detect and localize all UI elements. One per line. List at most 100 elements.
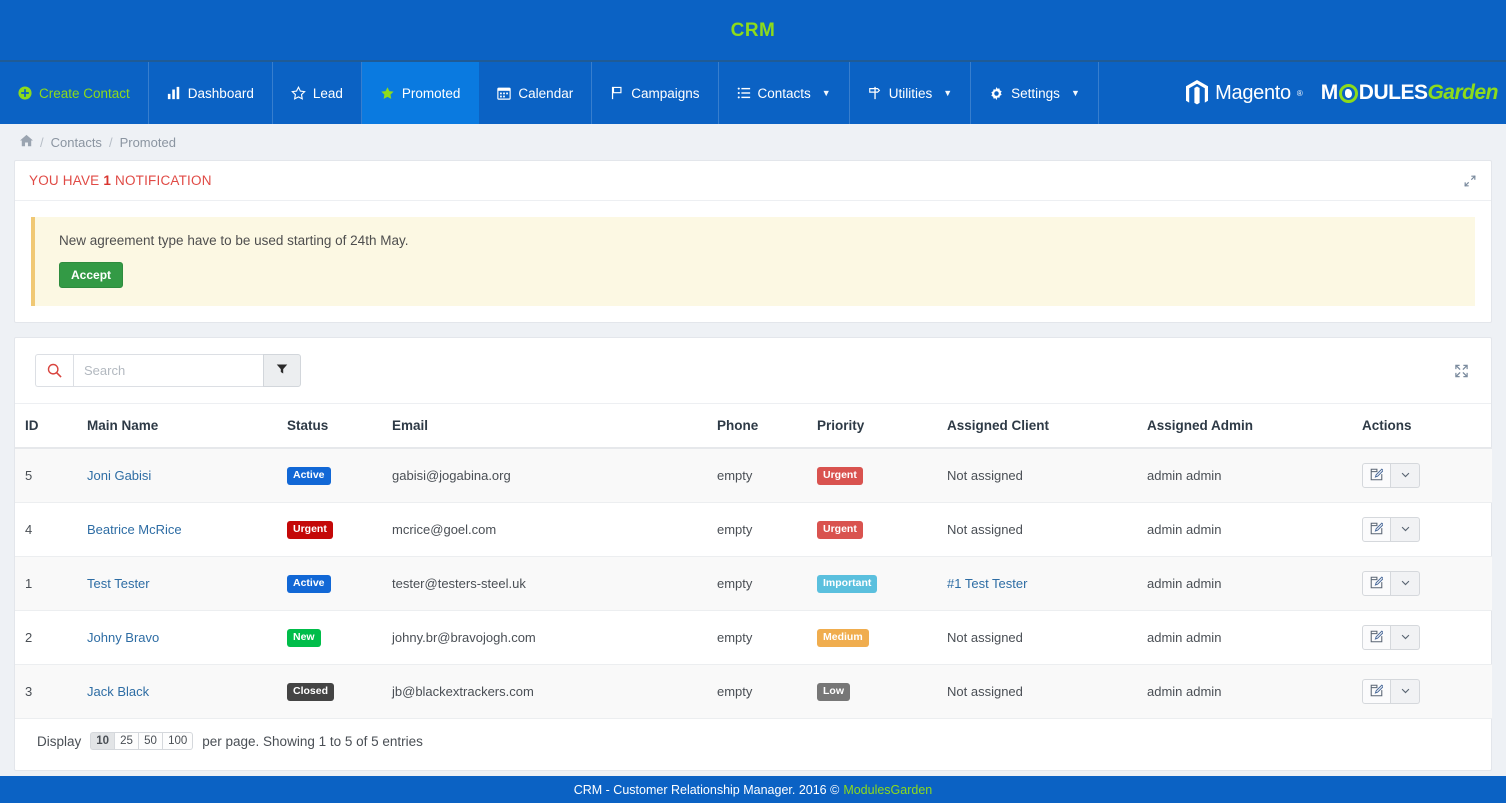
edit-button[interactable] (1362, 571, 1391, 596)
modulesgarden-logo: M DULES Garden (1321, 81, 1499, 105)
column-header-phone[interactable]: Phone (707, 404, 807, 449)
nav-item-campaigns[interactable]: Campaigns (592, 62, 719, 124)
edit-button[interactable] (1362, 625, 1391, 650)
cell-priority: Urgent (807, 502, 937, 557)
map-signs-icon (868, 86, 882, 100)
status-badge: New (287, 629, 321, 647)
display-label: Display (37, 733, 82, 749)
nav-item-settings[interactable]: Settings ▼ (971, 62, 1099, 124)
column-header-priority[interactable]: Priority (807, 404, 937, 449)
cell-assigned-client: Not assigned (937, 610, 1137, 665)
breadcrumb-separator: / (108, 134, 113, 150)
nav-item-contacts[interactable]: Contacts ▼ (719, 62, 850, 124)
column-header-assigned-admin[interactable]: Assigned Admin (1137, 404, 1352, 449)
nav-item-dashboard[interactable]: Dashboard (149, 62, 273, 124)
cell-email: johny.br@bravojogh.com (382, 610, 707, 665)
cell-assigned-admin: admin admin (1137, 448, 1352, 503)
nav-item-lead[interactable]: Lead (273, 62, 362, 124)
nav-item-create-contact[interactable]: Create Contact (0, 62, 149, 124)
breadcrumb-item-promoted[interactable]: Promoted (120, 135, 176, 150)
cell-id: 2 (15, 610, 77, 665)
priority-badge: Urgent (817, 521, 863, 539)
assigned-client-link[interactable]: #1 Test Tester (947, 576, 1027, 591)
edit-pencil-square-icon (1370, 629, 1384, 646)
table-row[interactable]: 4 Beatrice McRice Urgent mcrice@goel.com emp… (15, 502, 1492, 557)
column-header-id[interactable]: ID (15, 404, 77, 449)
nav-label: Create Contact (39, 85, 130, 101)
action-group (1362, 517, 1420, 542)
column-header-assigned-client[interactable]: Assigned Client (937, 404, 1137, 449)
top-bar: CRM (0, 0, 1506, 62)
column-header-main-name[interactable]: Main Name (77, 404, 277, 449)
chevron-down-icon: ▼ (943, 88, 953, 98)
edit-button[interactable] (1362, 679, 1391, 704)
priority-badge: Urgent (817, 467, 863, 485)
cell-assigned-client: Not assigned (937, 502, 1137, 557)
cell-actions (1352, 502, 1492, 557)
status-badge: Active (287, 467, 331, 485)
cell-actions (1352, 664, 1492, 719)
page-footer: CRM - Customer Relationship Manager. 201… (0, 776, 1506, 803)
pagination-summary: per page. Showing 1 to 5 of 5 entries (202, 733, 423, 749)
actions-dropdown-button[interactable] (1391, 679, 1420, 704)
per-page-option-10[interactable]: 10 (90, 732, 116, 750)
edit-button[interactable] (1362, 463, 1391, 488)
table-row[interactable]: 3 Jack Black Closed jb@blackextrackers.com e… (15, 664, 1492, 719)
plus-circle-icon (18, 86, 32, 100)
per-page-option-25[interactable]: 25 (115, 732, 140, 750)
cell-actions (1352, 610, 1492, 665)
table-row[interactable]: 2 Johny Bravo New johny.br@bravojogh.com emp… (15, 610, 1492, 665)
per-page-option-100[interactable]: 100 (163, 732, 194, 750)
actions-dropdown-button[interactable] (1391, 517, 1420, 542)
breadcrumb-item-contacts[interactable]: Contacts (51, 135, 102, 150)
per-page-option-50[interactable]: 50 (139, 732, 164, 750)
accept-button[interactable]: Accept (59, 262, 124, 288)
home-icon[interactable] (20, 134, 33, 150)
table-row[interactable]: 1 Test Tester Active tester@testers-steel.u… (15, 556, 1492, 611)
contact-name-link[interactable]: Johny Bravo (87, 630, 159, 645)
nav-label: Calendar (518, 85, 574, 101)
compress-icon[interactable] (1463, 174, 1477, 188)
breadcrumb: / Contacts / Promoted (0, 124, 1506, 160)
actions-dropdown-button[interactable] (1391, 625, 1420, 650)
edit-pencil-square-icon (1370, 467, 1384, 484)
table-row[interactable]: 5 Joni Gabisi Active gabisi@jogabina.org emp… (15, 448, 1492, 503)
notification-panel: YOU HAVE 1 NOTIFICATION New agreement ty… (14, 160, 1492, 323)
cell-assigned-admin: admin admin (1137, 610, 1352, 665)
breadcrumb-separator: / (40, 134, 44, 150)
cell-phone: empty (707, 610, 807, 665)
footer-link-modulesgarden[interactable]: ModulesGarden (843, 783, 932, 797)
action-group (1362, 463, 1420, 488)
contact-name-link[interactable]: Beatrice McRice (87, 522, 182, 537)
expand-arrows-icon[interactable] (1454, 363, 1469, 378)
column-header-status[interactable]: Status (277, 404, 382, 449)
contact-name-link[interactable]: Jack Black (87, 684, 149, 699)
globe-icon (1338, 83, 1358, 103)
cell-main-name: Test Tester (77, 556, 277, 611)
cell-phone: empty (707, 448, 807, 503)
filter-button[interactable] (263, 354, 301, 387)
nav-item-calendar[interactable]: Calendar (479, 62, 593, 124)
contact-name-link[interactable]: Test Tester (87, 576, 150, 591)
actions-dropdown-button[interactable] (1391, 571, 1420, 596)
flag-icon (610, 86, 624, 100)
main-navigation: Create Contact Dashboard Lead Promoted C (0, 62, 1506, 124)
table-header-row: ID Main Name Status Email Phone Priority… (15, 404, 1492, 449)
column-header-email[interactable]: Email (382, 404, 707, 449)
agreement-alert: New agreement type have to be used start… (31, 217, 1475, 306)
cell-email: mcrice@goel.com (382, 502, 707, 557)
search-input[interactable] (73, 354, 263, 387)
contact-name-link[interactable]: Joni Gabisi (87, 468, 151, 483)
notification-panel-header: YOU HAVE 1 NOTIFICATION (15, 161, 1491, 201)
modulesgarden-rest: DULES (1358, 81, 1428, 104)
cell-status: Urgent (277, 502, 382, 557)
action-group (1362, 625, 1420, 650)
nav-item-utilities[interactable]: Utilities ▼ (850, 62, 972, 124)
actions-dropdown-button[interactable] (1391, 463, 1420, 488)
status-badge: Active (287, 575, 331, 593)
edit-button[interactable] (1362, 517, 1391, 542)
nav-item-promoted[interactable]: Promoted (361, 62, 480, 124)
per-page-group: 10 25 50 100 (90, 732, 194, 750)
contacts-panel: ID Main Name Status Email Phone Priority… (14, 337, 1492, 771)
cell-id: 5 (15, 448, 77, 503)
